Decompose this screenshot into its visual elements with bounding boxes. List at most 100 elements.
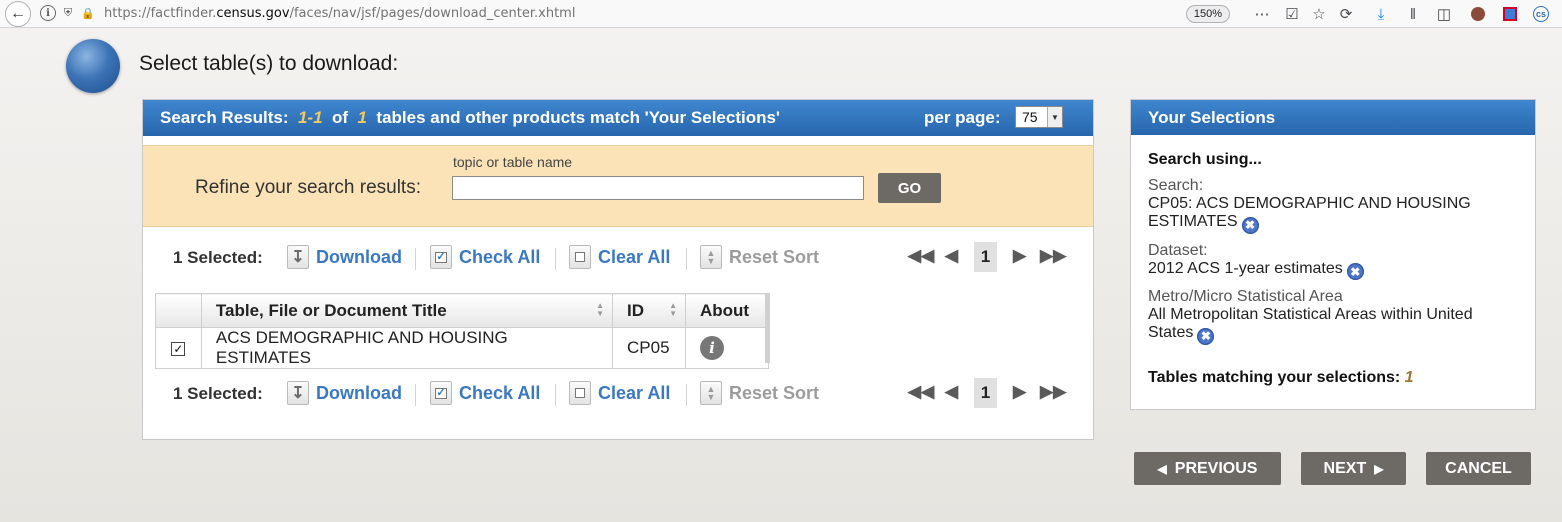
prev-page-icon[interactable]: ◀ bbox=[945, 382, 958, 402]
selections-header: Your Selections bbox=[1131, 100, 1535, 135]
selection-value-text: CP05: ACS DEMOGRAPHIC AND HOUSING ESTIMA… bbox=[1148, 195, 1471, 230]
bookmark-star-icon[interactable]: ☆ bbox=[1309, 4, 1329, 24]
sort-icon: ▲ ▼ bbox=[700, 245, 722, 269]
remove-selection-icon[interactable]: ✖ bbox=[1346, 263, 1364, 280]
reset-sort-button[interactable]: ▲ ▼ Reset Sort bbox=[700, 241, 819, 273]
results-of-label: of bbox=[331, 108, 349, 127]
library-icon[interactable]: ‖ bbox=[1403, 4, 1423, 24]
next-button[interactable]: NEXT ▶ bbox=[1301, 452, 1406, 485]
first-page-icon[interactable]: ◀◀ bbox=[908, 246, 934, 266]
sort-arrows-icon[interactable]: ▲ ▼ bbox=[596, 302, 604, 318]
extension-icon[interactable] bbox=[1500, 4, 1520, 24]
address-bar[interactable]: https://factfinder.census.gov/faces/nav/… bbox=[104, 6, 575, 21]
next-page-icon[interactable]: ▶ bbox=[1013, 382, 1026, 402]
previous-label: PREVIOUS bbox=[1174, 459, 1258, 477]
results-header: Search Results: 1-1 of 1 tables and othe… bbox=[143, 100, 1093, 136]
per-page-label: per page: bbox=[924, 108, 1001, 127]
check-all-label: Check All bbox=[459, 246, 541, 267]
results-range: 1-1 bbox=[297, 108, 323, 127]
next-page-icon[interactable]: ▶ bbox=[1013, 246, 1026, 266]
per-page-value: 75 bbox=[1022, 109, 1038, 125]
url-identity-icons: i ⛨ 🔒 bbox=[40, 5, 96, 21]
browser-toolbar: ← i ⛨ 🔒 https://factfinder.census.gov/fa… bbox=[0, 0, 1562, 28]
clear-all-label: Clear All bbox=[598, 246, 671, 267]
search-results-panel: Search Results: 1-1 of 1 tables and othe… bbox=[142, 99, 1094, 440]
chevron-down-icon: ▼ bbox=[1047, 107, 1062, 127]
results-total: 1 bbox=[357, 108, 367, 127]
refine-hint: topic or table name bbox=[453, 154, 573, 170]
column-header-id[interactable]: ID ▲ ▼ bbox=[612, 293, 686, 328]
refine-search-input[interactable] bbox=[452, 176, 864, 200]
previous-button[interactable]: ◀ PREVIOUS bbox=[1134, 452, 1281, 485]
row-checkbox-cell: ✓ bbox=[155, 327, 202, 369]
pagination: ◀◀ ◀ 1 ▶ ▶▶ bbox=[906, 378, 1066, 408]
download-arrow-icon[interactable]: ⤓ bbox=[1371, 4, 1391, 24]
back-arrow-icon[interactable]: ← bbox=[5, 1, 31, 27]
divider bbox=[555, 248, 556, 270]
selections-body: Search using... Search: CP05: ACS DEMOGR… bbox=[1148, 151, 1518, 387]
current-page[interactable]: 1 bbox=[974, 242, 997, 272]
row-id: CP05 bbox=[612, 327, 686, 369]
clear-all-icon bbox=[569, 381, 591, 405]
first-page-icon[interactable]: ◀◀ bbox=[908, 382, 934, 402]
check-all-button[interactable]: ✓ Check All bbox=[430, 377, 540, 409]
row-checkbox[interactable]: ✓ bbox=[171, 341, 186, 356]
cancel-button[interactable]: CANCEL bbox=[1426, 452, 1531, 485]
extension-cs-icon[interactable]: cs bbox=[1531, 4, 1551, 24]
results-summary: Search Results: 1-1 of 1 tables and othe… bbox=[160, 108, 780, 128]
info-icon[interactable]: i bbox=[40, 5, 56, 21]
current-page[interactable]: 1 bbox=[974, 378, 997, 408]
go-button[interactable]: GO bbox=[878, 173, 941, 203]
column-header-title[interactable]: Table, File or Document Title ▲ ▼ bbox=[200, 293, 614, 328]
table-scroll-edge bbox=[765, 293, 770, 363]
cancel-label: CANCEL bbox=[1445, 459, 1512, 477]
row-title: ACS DEMOGRAPHIC AND HOUSING ESTIMATES bbox=[200, 327, 614, 369]
reset-sort-button[interactable]: ▲ ▼ Reset Sort bbox=[700, 377, 819, 409]
zoom-level-badge[interactable]: 150% bbox=[1186, 5, 1230, 23]
sort-arrows-icon[interactable]: ▲ ▼ bbox=[669, 302, 677, 318]
table-header-row: Table, File or Document Title ▲ ▼ ID ▲ ▼ A… bbox=[155, 293, 769, 328]
info-icon[interactable]: i bbox=[700, 336, 724, 360]
clear-all-button[interactable]: Clear All bbox=[569, 241, 670, 273]
avatar-icon[interactable] bbox=[1468, 4, 1488, 24]
tables-matching: Tables matching your selections: 1 bbox=[1148, 369, 1518, 387]
page-actions-icon[interactable]: ⋯ bbox=[1252, 4, 1272, 24]
lock-icon[interactable]: 🔒 bbox=[80, 5, 96, 21]
divider bbox=[686, 248, 687, 270]
pocket-icon[interactable]: ☑ bbox=[1282, 4, 1302, 24]
remove-selection-icon[interactable]: ✖ bbox=[1241, 216, 1259, 234]
census-globe-icon bbox=[66, 39, 120, 93]
shield-icon[interactable]: ⛨ bbox=[60, 5, 76, 21]
download-button[interactable]: ↧ Download bbox=[287, 241, 402, 273]
download-button[interactable]: ↧ Download bbox=[287, 377, 402, 409]
search-using-label: Search using... bbox=[1148, 151, 1262, 168]
remove-selection-icon[interactable]: ✖ bbox=[1197, 327, 1215, 345]
reload-icon[interactable]: ⟳ bbox=[1336, 4, 1356, 24]
last-page-icon[interactable]: ▶▶ bbox=[1040, 382, 1066, 402]
selected-count: 1 Selected: bbox=[173, 248, 263, 267]
tables-matching-label: Tables matching your selections: bbox=[1148, 368, 1401, 386]
results-table: Table, File or Document Title ▲ ▼ ID ▲ ▼ A… bbox=[155, 293, 769, 369]
refine-search-box: Refine your search results: topic or tab… bbox=[143, 145, 1093, 227]
divider bbox=[415, 384, 416, 406]
results-match-text: tables and other products match 'Your Se… bbox=[376, 108, 780, 127]
prev-page-icon[interactable]: ◀ bbox=[945, 246, 958, 266]
clear-all-button[interactable]: Clear All bbox=[569, 377, 670, 409]
selection-value: 2012 ACS 1-year estimates ✖ bbox=[1148, 259, 1518, 280]
last-page-icon[interactable]: ▶▶ bbox=[1040, 246, 1066, 266]
selection-value-text: 2012 ACS 1-year estimates bbox=[1148, 259, 1343, 277]
divider bbox=[686, 384, 687, 406]
download-icon: ↧ bbox=[287, 245, 309, 269]
download-label: Download bbox=[316, 246, 402, 267]
check-all-button[interactable]: ✓ Check All bbox=[430, 241, 540, 273]
check-all-icon: ✓ bbox=[430, 245, 452, 269]
url-domain: census.gov bbox=[216, 6, 290, 21]
reset-sort-label: Reset Sort bbox=[729, 382, 820, 403]
url-prefix: https://factfinder. bbox=[104, 6, 217, 21]
sidebar-icon[interactable]: ◫ bbox=[1434, 4, 1454, 24]
per-page-select[interactable]: 75 ▼ bbox=[1015, 106, 1063, 128]
selection-label: Metro/Micro Statistical Area bbox=[1148, 288, 1343, 305]
action-bar-bottom: 1 Selected: ↧ Download ✓ Check All Clear… bbox=[143, 375, 1093, 411]
check-all-icon: ✓ bbox=[430, 381, 452, 405]
your-selections-panel: Your Selections Search using... Search: … bbox=[1130, 99, 1536, 410]
